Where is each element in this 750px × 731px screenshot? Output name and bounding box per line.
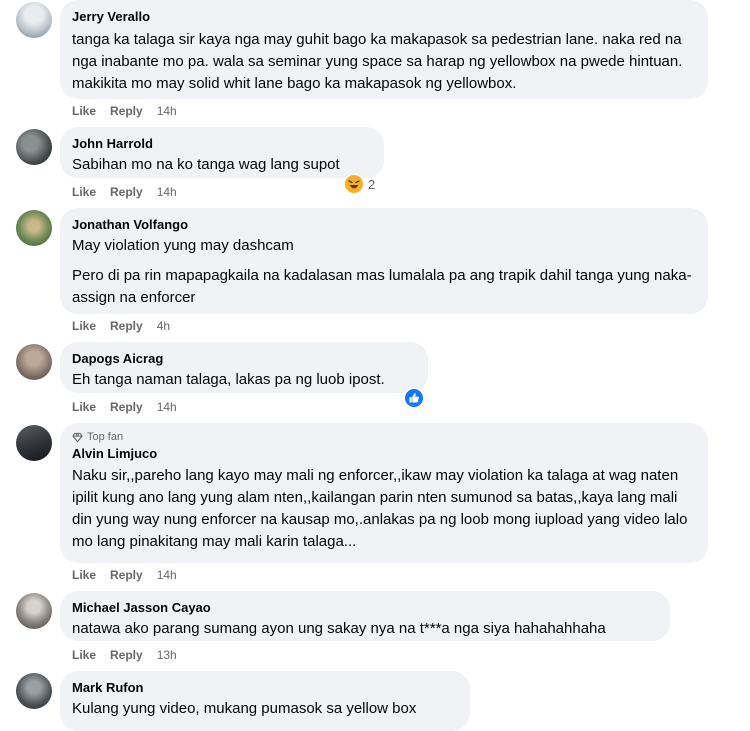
comment-bubble: John Harrold Sabihan mo na ko tanga wag … — [60, 127, 384, 178]
comment-text: Naku sir,,pareho lang kayo may mali ng e… — [72, 467, 692, 550]
comment-text: tanga ka talaga sir kaya nga may guhit b… — [72, 31, 687, 92]
comment-actions: Like Reply 14h — [72, 399, 177, 415]
reply-button[interactable]: Reply — [110, 318, 143, 334]
avatar[interactable] — [16, 425, 52, 461]
comment-bubble: Top fan Alvin Limjuco Naku sir,,pareho l… — [60, 423, 708, 563]
avatar[interactable] — [16, 210, 52, 246]
comment-bubble: Michael Jasson Cayao natawa ako parang s… — [60, 591, 670, 641]
comment-actions: Like Reply 13h — [72, 647, 177, 663]
timestamp[interactable]: 4h — [157, 318, 170, 334]
comment-actions: Like Reply 14h — [72, 567, 177, 583]
diamond-icon — [72, 432, 83, 442]
like-button[interactable]: Like — [72, 318, 96, 334]
reply-button[interactable]: Reply — [110, 647, 143, 663]
timestamp[interactable]: 14h — [157, 567, 177, 583]
comment-actions: Like Reply 4h — [72, 318, 170, 334]
reaction-summary[interactable]: 2 — [344, 174, 375, 194]
commenter-name[interactable]: Michael Jasson Cayao — [72, 599, 658, 616]
avatar[interactable] — [16, 344, 52, 380]
comment-text: Eh tanga naman talaga, lakas pa ng luob … — [72, 371, 385, 388]
reply-button[interactable]: Reply — [110, 399, 143, 415]
like-button[interactable]: Like — [72, 184, 96, 200]
comment-bubble: Jonathan Volfango May violation yung may… — [60, 208, 708, 314]
commenter-name[interactable]: John Harrold — [72, 135, 372, 152]
comment-bubble: Jerry Verallo tanga ka talaga sir kaya n… — [60, 0, 708, 99]
commenter-name[interactable]: Jonathan Volfango — [72, 216, 696, 233]
avatar[interactable] — [16, 129, 52, 165]
timestamp[interactable]: 13h — [157, 647, 177, 663]
comment-text: May violation yung may dashcam — [72, 237, 294, 254]
avatar[interactable] — [16, 2, 52, 38]
top-fan-label: Top fan — [87, 431, 124, 443]
comment-bubble: Mark Rufon Kulang yung video, mukang pum… — [60, 671, 470, 731]
reply-button[interactable]: Reply — [110, 567, 143, 583]
reaction-count: 2 — [368, 176, 376, 192]
comment-text: Pero di pa rin mapapagkaila na kadalasan… — [72, 267, 692, 306]
commenter-name[interactable]: Alvin Limjuco — [72, 445, 696, 462]
haha-icon — [344, 174, 364, 194]
comment-bubble: Dapogs Aicrag Eh tanga naman talaga, lak… — [60, 342, 428, 393]
avatar[interactable] — [16, 593, 52, 629]
reply-button[interactable]: Reply — [110, 184, 143, 200]
reply-button[interactable]: Reply — [110, 103, 143, 119]
comment-text: natawa ako parang sumang ayon ung sakay … — [72, 620, 606, 637]
reaction-summary[interactable] — [404, 388, 424, 408]
commenter-name[interactable]: Dapogs Aicrag — [72, 350, 416, 367]
comment-actions: Like Reply 14h — [72, 184, 177, 200]
comment-text: Sabihan mo na ko tanga wag lang supot — [72, 156, 340, 173]
top-fan-badge[interactable]: Top fan — [72, 430, 696, 444]
like-button[interactable]: Like — [72, 103, 96, 119]
comment-text: Kulang yung video, mukang pumasok sa yel… — [72, 700, 417, 717]
like-button[interactable]: Like — [72, 647, 96, 663]
commenter-name[interactable]: Mark Rufon — [72, 679, 458, 696]
comment-actions: Like Reply 14h — [72, 103, 177, 119]
like-button[interactable]: Like — [72, 567, 96, 583]
timestamp[interactable]: 14h — [157, 399, 177, 415]
like-button[interactable]: Like — [72, 399, 96, 415]
avatar[interactable] — [16, 673, 52, 709]
commenter-name[interactable]: Jerry Verallo — [72, 8, 696, 25]
like-icon — [404, 388, 424, 408]
timestamp[interactable]: 14h — [157, 103, 177, 119]
timestamp[interactable]: 14h — [157, 184, 177, 200]
